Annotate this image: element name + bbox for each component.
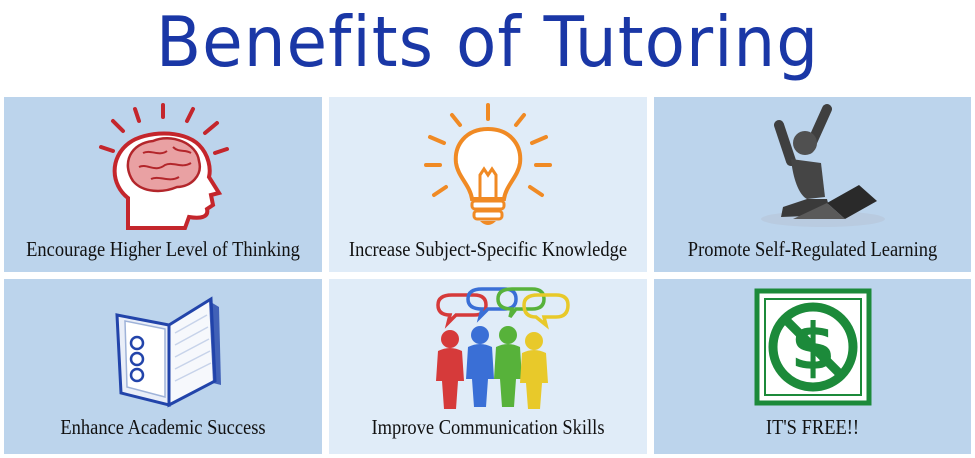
benefit-tile-thinking: Encourage Higher Level of Thinking bbox=[4, 97, 322, 272]
benefit-caption: Encourage Higher Level of Thinking bbox=[26, 237, 300, 261]
benefit-tile-communication: Improve Communication Skills bbox=[329, 279, 647, 454]
benefit-caption: IT'S FREE!! bbox=[765, 415, 860, 439]
notebook-icon bbox=[115, 296, 221, 408]
no-dollar-icon: $ bbox=[754, 288, 871, 406]
benefit-caption: Promote Self-Regulated Learning bbox=[687, 237, 938, 261]
person-laptop-icon bbox=[760, 104, 885, 227]
brain-head-icon bbox=[99, 103, 229, 230]
benefit-tile-academic: Enhance Academic Success bbox=[4, 279, 322, 454]
lightbulb-icon bbox=[424, 103, 552, 225]
benefit-caption: Enhance Academic Success bbox=[60, 415, 266, 439]
people-speech-icon bbox=[436, 287, 570, 409]
benefits-grid: Encourage Higher Level of Thinking Incre… bbox=[4, 97, 971, 455]
benefit-caption: Increase Subject-Specific Knowledge bbox=[348, 237, 628, 261]
page-title: Benefits of Tutoring bbox=[155, 1, 820, 83]
benefit-tile-knowledge: Increase Subject-Specific Knowledge bbox=[329, 97, 647, 272]
benefit-tile-free: $ IT'S FREE!! bbox=[654, 279, 971, 454]
benefit-tile-self-regulated: Promote Self-Regulated Learning bbox=[654, 97, 971, 272]
benefit-caption: Improve Communication Skills bbox=[371, 415, 605, 439]
